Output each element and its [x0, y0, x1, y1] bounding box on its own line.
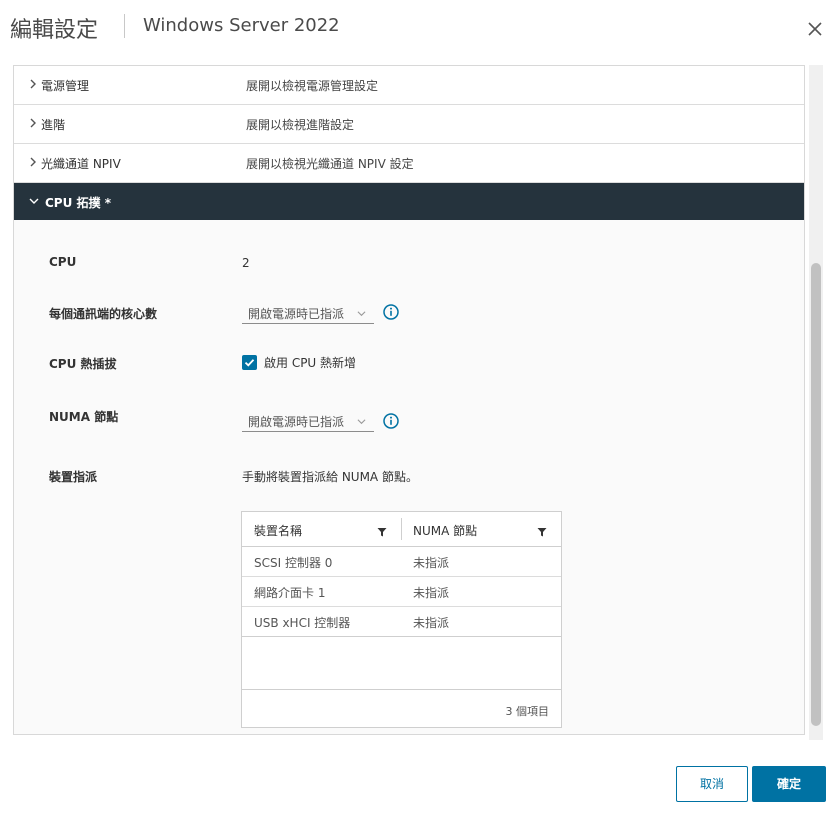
cancel-button[interactable]: 取消	[676, 766, 748, 802]
vm-name: Windows Server 2022	[143, 15, 340, 36]
table-row[interactable]: SCSI 控制器 0 未指派	[242, 547, 561, 577]
ok-button[interactable]: 確定	[752, 766, 826, 802]
chevron-right-icon	[30, 157, 36, 167]
close-icon[interactable]	[806, 20, 824, 38]
chevron-down-icon	[357, 311, 366, 317]
cores-per-socket-label: 每個通訊端的核心數	[49, 307, 158, 321]
title-divider	[124, 14, 125, 38]
numa-node-label: NUMA 節點	[49, 410, 119, 424]
info-icon[interactable]	[383, 304, 399, 320]
checkmark-icon	[244, 359, 255, 367]
section-name: CPU 拓撲 *	[45, 196, 111, 210]
select-value: 開啟電源時已指派	[248, 415, 345, 429]
section-cpu-topology[interactable]: CPU 拓撲 *	[14, 183, 804, 220]
scrollbar-thumb[interactable]	[811, 263, 821, 726]
section-name: 進階	[41, 118, 66, 132]
filter-icon[interactable]	[537, 527, 547, 537]
section-power-management[interactable]: 電源管理 展開以檢視電源管理設定	[14, 66, 804, 105]
info-icon[interactable]	[383, 413, 399, 429]
item-count: 3 個項目	[505, 705, 550, 718]
numa-node-cell: 未指派	[413, 556, 450, 570]
device-name-cell: USB xHCI 控制器	[254, 616, 351, 630]
filter-icon[interactable]	[377, 527, 387, 537]
cpu-value: 2	[242, 256, 250, 270]
section-fibre-channel-npiv[interactable]: 光纖通道 NPIV 展開以檢視光纖通道 NPIV 設定	[14, 144, 804, 183]
numa-node-cell: 未指派	[413, 616, 450, 630]
cpu-hot-add-checkbox[interactable]	[242, 355, 257, 370]
select-value: 開啟電源時已指派	[248, 307, 345, 321]
section-description: 展開以檢視光纖通道 NPIV 設定	[246, 157, 414, 171]
device-name-cell: SCSI 控制器 0	[254, 556, 333, 570]
cpu-hotplug-label: CPU 熱插拔	[49, 357, 117, 371]
settings-panel: 電源管理 展開以檢視電源管理設定 進階 展開以檢視進階設定 光纖通道 NPIV …	[13, 65, 805, 735]
grid-header: 裝置名稱 NUMA 節點	[242, 512, 561, 547]
cpu-label: CPU	[49, 255, 77, 269]
section-name: 光纖通道 NPIV	[41, 157, 121, 171]
device-grid: 裝置名稱 NUMA 節點 SCSI 控制器 0 未指派 網路介面卡 1 未指派 …	[241, 511, 562, 728]
cores-per-socket-select[interactable]: 開啟電源時已指派	[242, 303, 374, 324]
section-description: 展開以檢視進階設定	[246, 118, 355, 132]
device-assignment-text: 手動將裝置指派給 NUMA 節點。	[242, 470, 418, 484]
column-header-device-name[interactable]: 裝置名稱	[254, 522, 302, 539]
column-divider[interactable]	[401, 518, 402, 540]
section-description: 展開以檢視電源管理設定	[246, 79, 379, 93]
section-advanced[interactable]: 進階 展開以檢視進階設定	[14, 105, 804, 144]
table-row[interactable]: 網路介面卡 1 未指派	[242, 577, 561, 607]
numa-node-select[interactable]: 開啟電源時已指派	[242, 411, 374, 432]
chevron-right-icon	[30, 79, 36, 89]
dialog-header: 編輯設定 Windows Server 2022	[0, 0, 837, 56]
grid-footer: 3 個項目	[242, 689, 561, 728]
chevron-right-icon	[30, 118, 36, 128]
table-row[interactable]: USB xHCI 控制器 未指派	[242, 607, 561, 637]
device-assignment-label: 裝置指派	[49, 470, 98, 484]
chevron-down-icon	[29, 198, 39, 204]
scrollbar[interactable]	[809, 65, 823, 740]
device-name-cell: 網路介面卡 1	[254, 586, 326, 600]
chevron-down-icon	[357, 419, 366, 425]
section-name: 電源管理	[41, 79, 90, 93]
dialog-title: 編輯設定	[10, 18, 99, 43]
cpu-hot-add-label[interactable]: 啟用 CPU 熱新增	[264, 354, 356, 371]
numa-node-cell: 未指派	[413, 586, 450, 600]
column-header-numa-node[interactable]: NUMA 節點	[413, 522, 477, 539]
